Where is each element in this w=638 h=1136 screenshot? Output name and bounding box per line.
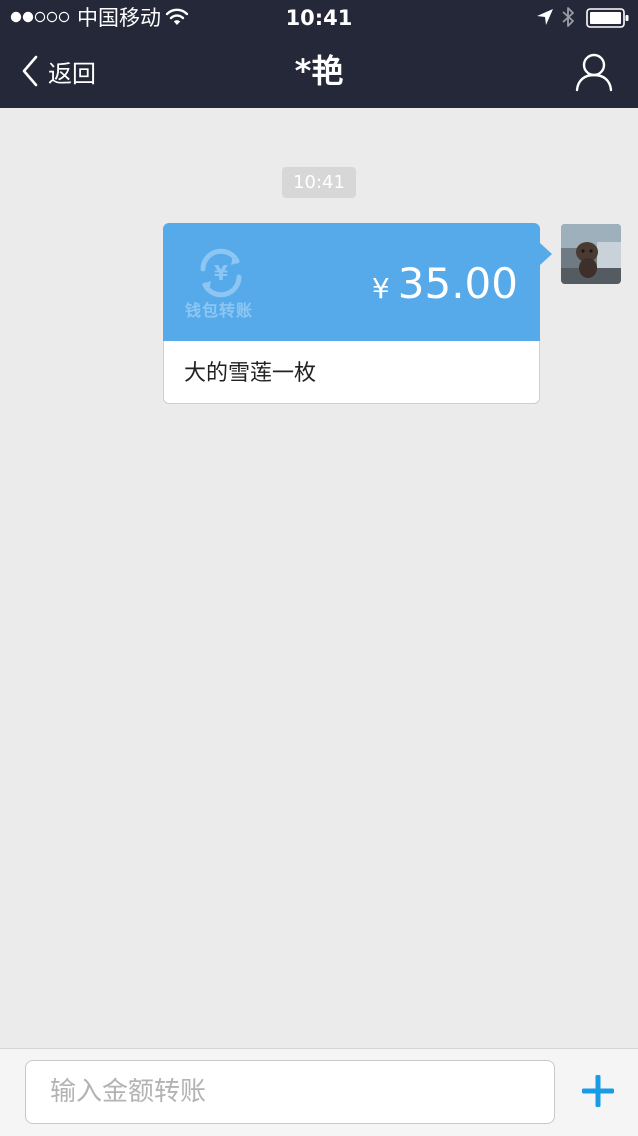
transfer-card-header: ¥ 钱包转账 ¥ 35.00 (163, 223, 540, 341)
amount-input[interactable] (25, 1060, 555, 1124)
profile-button[interactable] (572, 50, 616, 94)
top-bar: 中国移动 10:41 返回 *艳 (0, 0, 638, 108)
person-icon (575, 53, 613, 92)
page-title: *艳 (294, 52, 344, 90)
battery-icon (586, 8, 629, 28)
wallet-transfer-label: 钱包转账 (185, 301, 254, 320)
input-bar (0, 1048, 638, 1136)
yuan-badge-symbol: ¥ (214, 261, 228, 285)
message-timestamp: 10:41 (282, 167, 356, 198)
yuan-transfer-icon: ¥ (200, 248, 242, 298)
add-button[interactable] (578, 1071, 618, 1111)
location-arrow-icon (537, 9, 553, 25)
transfer-memo: 大的雪莲一枚 (184, 361, 317, 386)
amount-value: 35.00 (397, 259, 518, 308)
status-bar: 中国移动 10:41 (0, 0, 638, 36)
plus-icon (582, 1075, 614, 1107)
transfer-card-memo-area: 大的雪莲一枚 (163, 341, 540, 404)
transfer-message-card[interactable]: ¥ 钱包转账 ¥ 35.00 大的雪莲一枚 (163, 223, 552, 405)
bluetooth-icon (562, 7, 574, 27)
transfer-amount: ¥ 35.00 (372, 259, 518, 309)
currency-symbol: ¥ (371, 272, 390, 305)
avatar-photo-icon (561, 224, 621, 284)
avatar[interactable] (561, 224, 621, 284)
bubble-tail (540, 243, 552, 265)
